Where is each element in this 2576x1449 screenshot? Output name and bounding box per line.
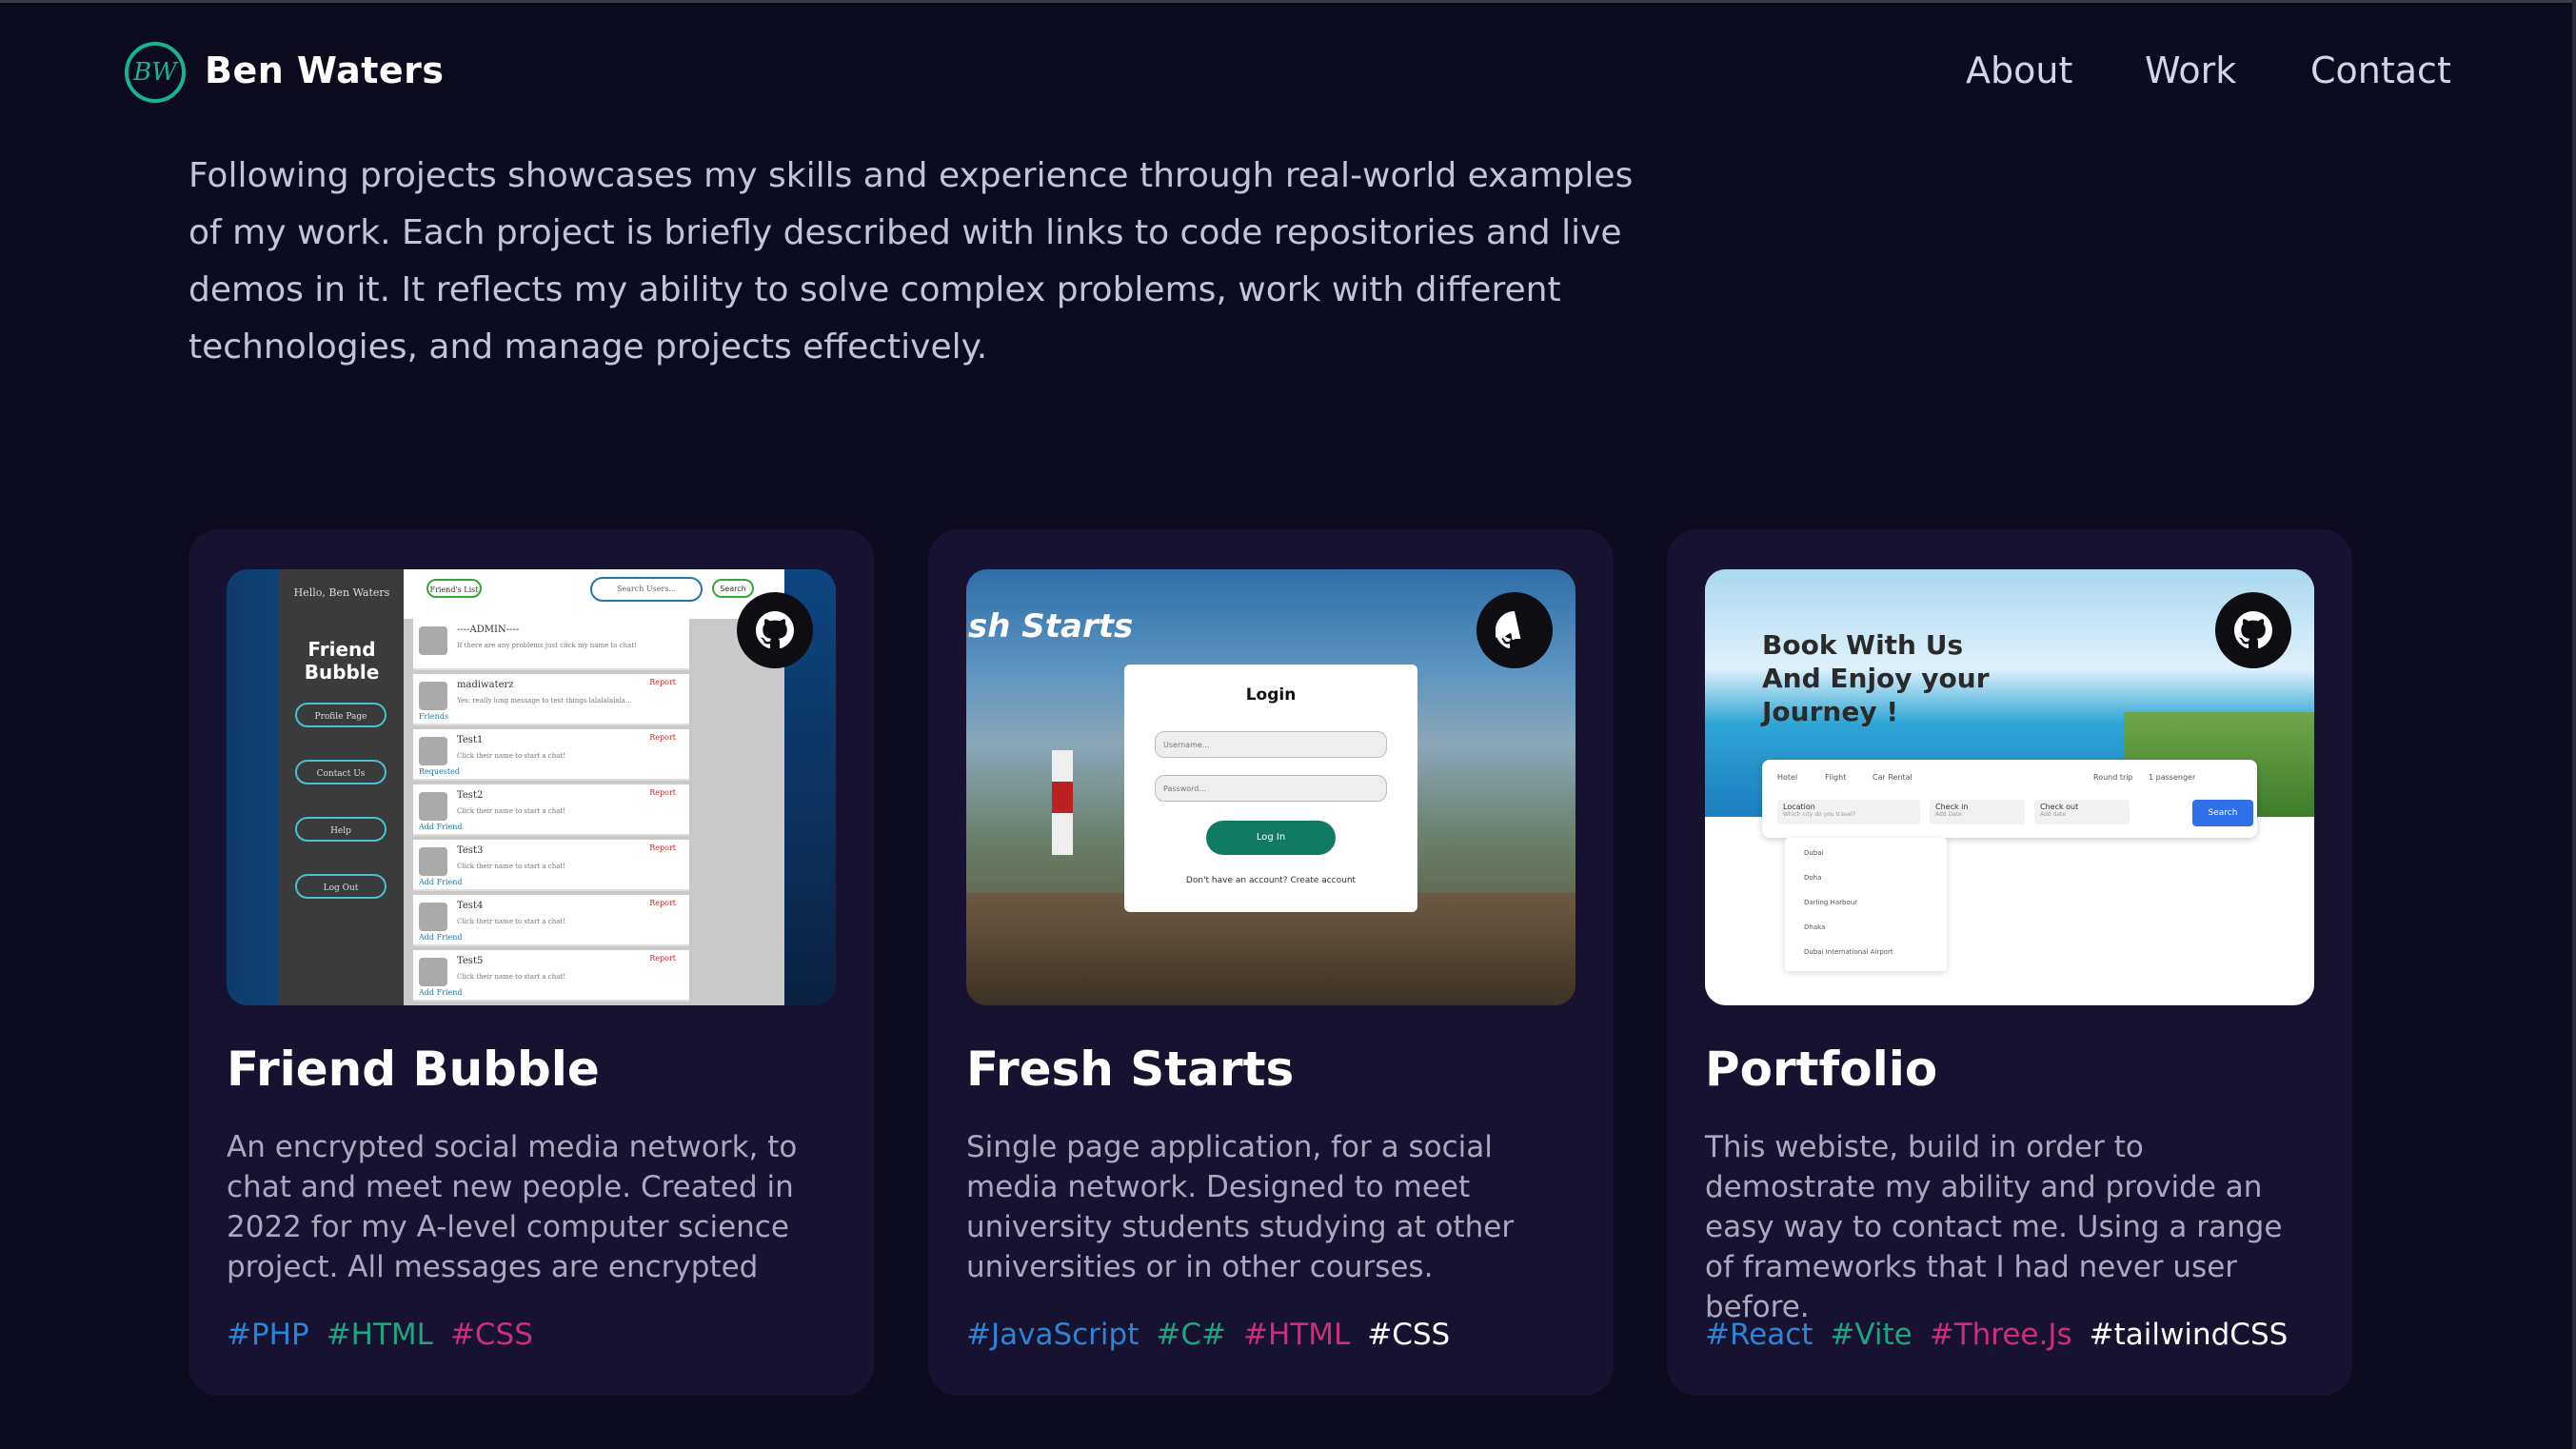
preview-menu-profile: Profile Page — [295, 703, 386, 727]
preview-checkout-field: Check out Add date — [2034, 800, 2130, 824]
preview-search-button: Search — [712, 579, 754, 598]
preview-greeting: Hello, Ben Waters — [293, 586, 390, 599]
nav-work[interactable]: Work — [2145, 50, 2236, 91]
preview-friends-button: Friend's List — [426, 579, 482, 598]
list-item: Test4 Report Click their name to start a c… — [413, 895, 689, 946]
preview-search-button: Search — [2192, 800, 2253, 826]
preview-user-list: ----ADMIN---- If there are any problems j… — [404, 619, 784, 1005]
tag-html: #HTML — [326, 1318, 433, 1352]
project-preview[interactable]: Book With Us And Enjoy your Journey ! Ho… — [1705, 569, 2314, 1005]
avatar — [419, 792, 447, 821]
tag-css: #CSS — [1367, 1318, 1451, 1352]
tag-threejs: #Three.Js — [1929, 1318, 2072, 1352]
project-card-portfolio: Book With Us And Enjoy your Journey ! Ho… — [1667, 529, 2352, 1396]
preview-password: Password... — [1155, 775, 1387, 802]
project-tags: #JavaScript #C# #HTML #CSS — [966, 1318, 1450, 1352]
list-item: madiwaterz Report Yes: really long message… — [413, 674, 689, 725]
project-tags: #PHP #HTML #CSS — [227, 1318, 533, 1352]
list-item: Test5 Report Click their name to start a c… — [413, 950, 689, 1002]
preview-banner: sh Starts — [968, 607, 1134, 645]
preview-login-button: Log In — [1206, 821, 1336, 855]
preview-username: Username... — [1155, 731, 1387, 758]
tag-react: #React — [1705, 1318, 1813, 1352]
window-top-border — [0, 0, 2576, 3]
github-link[interactable] — [1476, 592, 1553, 668]
logo[interactable]: BW — [125, 42, 186, 103]
tag-css: #CSS — [449, 1318, 533, 1352]
avatar — [419, 903, 447, 931]
avatar — [419, 682, 447, 710]
preview-headline: Book With Us And Enjoy your Journey ! — [1762, 629, 1990, 727]
tag-csharp: #C# — [1156, 1318, 1226, 1352]
github-icon — [756, 611, 794, 649]
avatar — [419, 737, 447, 765]
preview-search-field: Search Users... — [590, 577, 703, 602]
tag-php: #PHP — [227, 1318, 309, 1352]
project-card-fresh-starts: sh Starts Login Username... Password... … — [928, 529, 1614, 1396]
intro-text: Following projects showcases my skills a… — [188, 156, 1634, 367]
preview-login-box: Login Username... Password... Log In Don… — [1124, 665, 1417, 912]
project-title: Fresh Starts — [966, 1042, 1295, 1097]
nav-about[interactable]: About — [1966, 50, 2072, 91]
preview-lighthouse — [1052, 750, 1073, 855]
project-title: Portfolio — [1705, 1042, 1938, 1097]
github-icon — [1496, 611, 1521, 649]
project-description: Single page application, for a social me… — [966, 1130, 1515, 1284]
preview-sidebar: Hello, Ben Waters Friend Bubble Profile … — [280, 569, 404, 1005]
project-title: Friend Bubble — [227, 1042, 600, 1097]
tag-tailwindcss: #tailwindCSS — [2089, 1318, 2289, 1352]
project-card-friend-bubble: Hello, Ben Waters Friend Bubble Profile … — [188, 529, 874, 1396]
brand-name[interactable]: Ben Waters — [205, 50, 445, 91]
project-preview[interactable]: Hello, Ben Waters Friend Bubble Profile … — [227, 569, 836, 1005]
project-preview[interactable]: sh Starts Login Username... Password... … — [966, 569, 1575, 1005]
tag-javascript: #JavaScript — [966, 1318, 1139, 1352]
avatar — [419, 847, 447, 876]
preview-location-field: Location Which city do you travel? — [1777, 800, 1920, 824]
github-icon — [2234, 611, 2272, 649]
nav-contact[interactable]: Contact — [2310, 50, 2451, 91]
preview-create-account: Don't have an account? Create account — [1185, 876, 1357, 885]
preview-app-title: Friend Bubble — [304, 638, 380, 684]
preview-login-title: Login — [1245, 685, 1297, 705]
project-description: An encrypted social media network, to ch… — [227, 1130, 798, 1284]
github-link[interactable] — [737, 592, 813, 668]
avatar — [419, 626, 447, 655]
preview-menu-contact: Contact Us — [295, 760, 386, 784]
avatar — [419, 958, 447, 986]
preview-menu-help: Help — [295, 817, 386, 842]
preview-checkin-field: Check in Add Date — [1930, 800, 2025, 824]
list-item: Test1 Report Click their name to start a c… — [413, 729, 689, 781]
tag-html: #HTML — [1242, 1318, 1351, 1352]
list-item: Test2 Report Click their name to start a c… — [413, 784, 689, 836]
project-description: This webiste, build in order to demostra… — [1705, 1130, 2283, 1324]
preview-booking-panel: Hotel Flight Car Rental Round trip 1 pas… — [1762, 760, 2257, 838]
preview-suggestions: Dubai Doha Darling Harbour Dhaka Dubai I… — [1785, 838, 1947, 971]
tag-vite: #Vite — [1830, 1318, 1912, 1352]
scrollbar[interactable] — [2572, 0, 2576, 1449]
project-tags: #React #Vite #Three.Js #tailwindCSS — [1705, 1318, 2288, 1352]
list-item: ----ADMIN---- If there are any problems j… — [413, 619, 689, 670]
list-item: Test3 Report Click their name to start a c… — [413, 840, 689, 891]
github-link[interactable] — [2215, 592, 2291, 668]
preview-menu-logout: Log Out — [295, 874, 386, 899]
